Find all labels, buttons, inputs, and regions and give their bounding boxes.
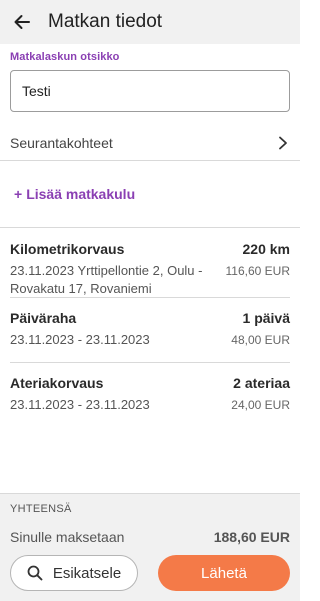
search-icon xyxy=(27,565,43,581)
app-root: Matkan tiedot Matkalaskun otsikko Testi … xyxy=(0,0,300,601)
add-expense-label: Lisää matkakulu xyxy=(26,186,136,202)
expense-item-daily-allowance[interactable]: Päiväraha 1 päivä 23.11.2023 - 23.11.202… xyxy=(0,298,300,362)
expense-title: Ateriakorvaus xyxy=(10,375,104,391)
expense-item-meal-allowance[interactable]: Ateriakorvaus 2 ateriaa 23.11.2023 - 23.… xyxy=(0,363,300,427)
payable-label: Sinulle maksetaan xyxy=(10,529,125,545)
title-input[interactable]: Testi xyxy=(10,70,290,112)
add-expense-button[interactable]: + Lisää matkakulu xyxy=(0,161,300,227)
arrow-left-icon xyxy=(14,15,30,29)
back-button[interactable] xyxy=(10,10,34,34)
expense-title: Päiväraha xyxy=(10,310,77,326)
expense-item-mileage[interactable]: Kilometrikorvaus 220 km 23.11.2023 Yrtti… xyxy=(0,228,300,297)
expense-amount: 48,00 EUR xyxy=(231,333,290,347)
send-button[interactable]: Lähetä xyxy=(158,555,290,591)
payable-value: 188,60 EUR xyxy=(213,529,290,545)
page-title: Matkan tiedot xyxy=(48,11,163,32)
expense-quantity: 220 km xyxy=(242,241,290,257)
expense-quantity: 1 päivä xyxy=(242,310,290,326)
expense-description: 23.11.2023 - 23.11.2023 xyxy=(10,397,150,412)
expense-title: Kilometrikorvaus xyxy=(10,241,125,257)
send-button-label: Lähetä xyxy=(201,564,247,582)
preview-button-label: Esikatsele xyxy=(52,564,122,582)
total-heading: YHTEENSÄ xyxy=(10,503,72,515)
tracking-items-label: Seurantakohteet xyxy=(10,135,113,151)
expense-quantity: 2 ateriaa xyxy=(233,375,290,391)
expense-description: 23.11.2023 Yrttipellontie 2, Oulu - Rova… xyxy=(10,263,203,296)
action-buttons: Esikatsele Lähetä xyxy=(10,555,290,591)
title-field-label: Matkalaskun otsikko xyxy=(10,51,120,63)
title-field-section: Matkalaskun otsikko Testi xyxy=(0,44,300,112)
chevron-right-icon xyxy=(276,136,290,150)
total-row: Sinulle maksetaan 188,60 EUR xyxy=(0,515,300,545)
summary-footer: YHTEENSÄ Sinulle maksetaan 188,60 EUR Es… xyxy=(0,493,300,601)
preview-button[interactable]: Esikatsele xyxy=(10,555,138,591)
top-app-bar: Matkan tiedot xyxy=(0,0,300,44)
expense-description: 23.11.2023 - 23.11.2023 xyxy=(10,332,150,347)
expense-amount: 116,60 EUR xyxy=(225,264,290,278)
tracking-items-row[interactable]: Seurantakohteet xyxy=(0,126,300,160)
expense-amount: 24,00 EUR xyxy=(231,398,290,412)
plus-icon: + xyxy=(14,186,23,202)
